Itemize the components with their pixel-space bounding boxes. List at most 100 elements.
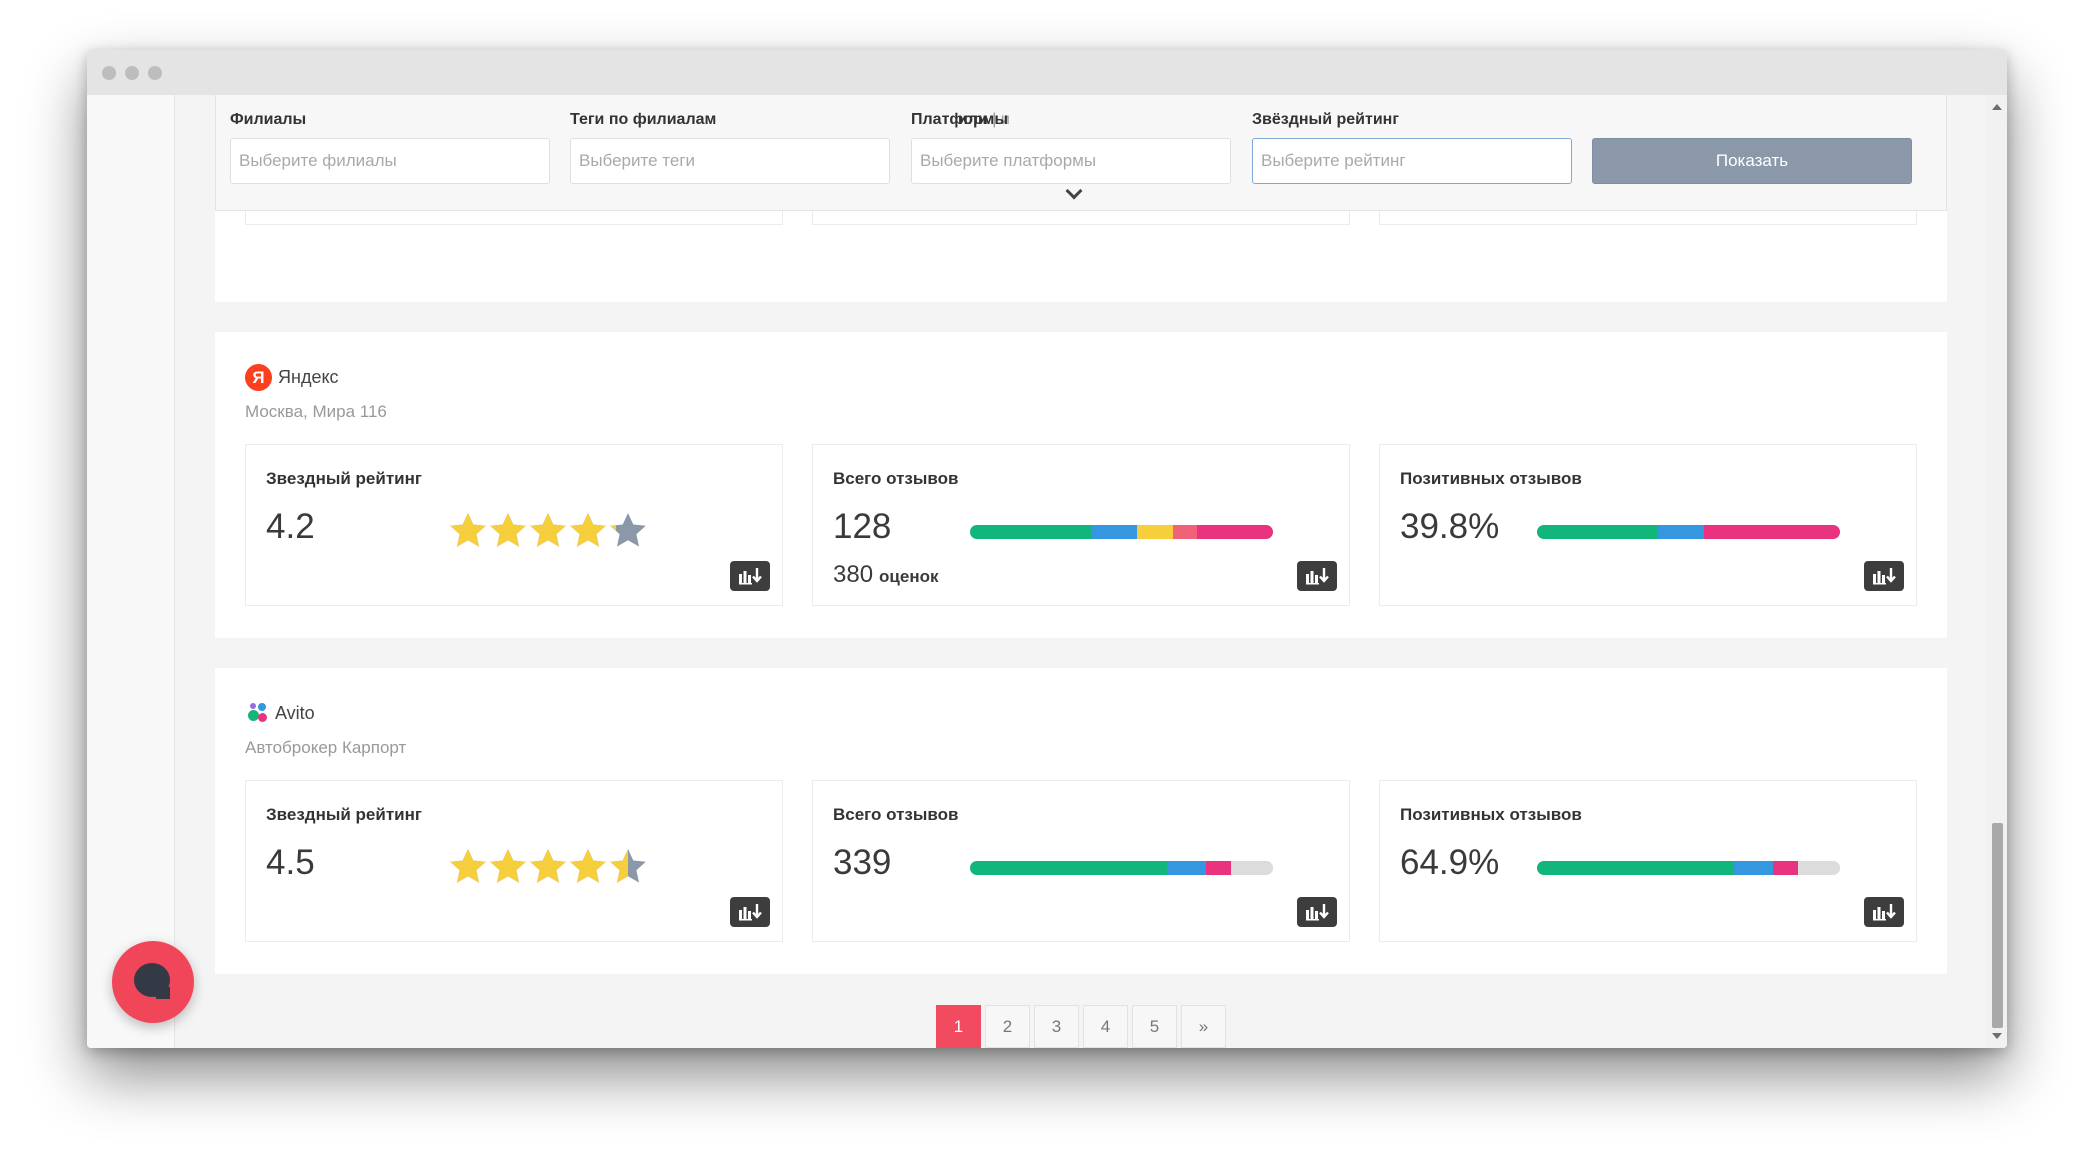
star-icon [530, 849, 566, 883]
reviews-distribution-bar [970, 861, 1273, 875]
bar-segment [970, 525, 1092, 539]
scroll-down-icon[interactable] [1992, 1033, 2002, 1039]
platform-name: Яндекс [278, 366, 339, 387]
metric-title: Звездный рейтинг [266, 469, 422, 488]
scroll-thumb[interactable] [1992, 823, 2003, 1028]
export-chart-icon[interactable] [1297, 897, 1337, 927]
star-icon [490, 849, 526, 883]
bar-segment [1733, 861, 1774, 875]
rating-value: 4.2 [266, 507, 315, 546]
scroll-up-icon[interactable] [1992, 104, 2002, 110]
browser-window: Филиалы Выберите филиалы Теги по филиала… [87, 50, 2007, 1048]
star-icon [490, 513, 526, 547]
star-icon [450, 513, 486, 547]
partial-metric [245, 211, 783, 225]
page-3-button[interactable]: 3 [1034, 1005, 1079, 1048]
page-5-button[interactable]: 5 [1132, 1005, 1177, 1048]
bar-segment [1172, 525, 1198, 539]
rating-value: 4.5 [266, 843, 315, 882]
platform-card-yandex: Я Яндекс Москва, Мира 116 Звездный рейти… [215, 332, 1947, 638]
star-rating [448, 511, 648, 551]
positive-percent: 39.8% [1400, 507, 1500, 546]
bar-segment [1206, 861, 1231, 875]
branches-label: Филиалы [230, 111, 307, 128]
metric-title: Позитивных отзывов [1400, 469, 1582, 488]
positive-metric: Позитивных отзывов 64.9% [1379, 780, 1917, 942]
positive-distribution-bar [1537, 861, 1840, 875]
export-chart-icon[interactable] [1297, 561, 1337, 591]
window-dot-close[interactable] [102, 66, 116, 80]
vertical-scrollbar[interactable] [1987, 95, 2007, 1048]
partial-card [215, 211, 1947, 302]
platforms-select[interactable]: Выберите платформы [911, 138, 1231, 184]
platform-card-avito: Avito Автоброкер Карпорт Звездный рейтин… [215, 668, 1947, 974]
metric-title: Всего отзывов [833, 805, 959, 824]
star-icon [530, 513, 566, 547]
metric-title: Всего отзывов [833, 469, 959, 488]
chat-widget-button[interactable] [112, 941, 194, 1023]
platforms-label: Платформы [911, 111, 1009, 128]
next-page-button[interactable]: » [1181, 1005, 1226, 1048]
star-icon [570, 513, 606, 547]
metric-title: Звездный рейтинг [266, 805, 422, 824]
tags-select[interactable]: Выберите теги [570, 138, 890, 184]
ratings-count-value: 380 [833, 561, 874, 588]
show-button[interactable]: Показать [1592, 138, 1912, 184]
star-icon [450, 849, 486, 883]
platform-name: Avito [275, 702, 315, 723]
rating-metric: Звездный рейтинг 4.2 [245, 444, 783, 606]
partial-metric [1379, 211, 1917, 225]
export-chart-icon[interactable] [1864, 561, 1904, 591]
positive-distribution-bar [1537, 525, 1840, 539]
left-rail [87, 95, 175, 1048]
ratings-count: 380 оценок [833, 561, 939, 589]
star-icon [610, 849, 646, 883]
bar-segment [1773, 861, 1798, 875]
export-chart-icon[interactable] [1864, 897, 1904, 927]
chevron-down-icon[interactable] [1065, 182, 1083, 200]
reviews-distribution-bar [970, 525, 1273, 539]
window-titlebar [87, 50, 2007, 95]
yandex-logo-icon: Я [245, 363, 272, 391]
branch-name: Москва, Мира 116 [245, 402, 387, 421]
rating-metric: Звездный рейтинг 4.5 [245, 780, 783, 942]
avito-logo-icon [245, 701, 269, 725]
bar-segment [1230, 861, 1273, 875]
export-chart-icon[interactable] [730, 561, 770, 591]
ratings-count-label: оценок [879, 567, 939, 586]
branch-name: Автоброкер Карпорт [245, 738, 407, 757]
rating-select[interactable]: Выберите рейтинг [1252, 138, 1572, 184]
metric-title: Позитивных отзывов [1400, 805, 1582, 824]
rating-label: Звёздный рейтинг [1252, 111, 1399, 128]
window-dot-maximize[interactable] [148, 66, 162, 80]
star-icon [610, 513, 646, 547]
window-dot-minimize[interactable] [125, 66, 139, 80]
filter-bar: Филиалы Выберите филиалы Теги по филиала… [215, 95, 1947, 211]
bar-segment [1091, 525, 1137, 539]
chat-bubble-tail [156, 987, 170, 999]
bar-segment [1797, 861, 1840, 875]
platform-header: Avito [245, 698, 315, 728]
positive-metric: Позитивных отзывов 39.8% [1379, 444, 1917, 606]
bar-segment [1703, 525, 1840, 539]
export-chart-icon[interactable] [730, 897, 770, 927]
bar-segment [1537, 525, 1659, 539]
platform-header: Я Яндекс [245, 362, 339, 392]
partial-metric [812, 211, 1350, 225]
pagination: 1 2 3 4 5 » [936, 1005, 1230, 1048]
reviews-metric: Всего отзывов 128 380 оценок [812, 444, 1350, 606]
positive-percent: 64.9% [1400, 843, 1500, 882]
page-2-button[interactable]: 2 [985, 1005, 1030, 1048]
star-icon [570, 849, 606, 883]
tags-label: Теги по филиалам [570, 111, 717, 128]
bar-segment [1537, 861, 1734, 875]
page-4-button[interactable]: 4 [1083, 1005, 1128, 1048]
bar-segment [1136, 525, 1173, 539]
reviews-total: 339 [833, 843, 892, 882]
bar-segment [1166, 861, 1207, 875]
branches-select[interactable]: Выберите филиалы [230, 138, 550, 184]
bar-segment [970, 861, 1167, 875]
page-1-button[interactable]: 1 [936, 1005, 981, 1048]
bar-segment [1197, 525, 1273, 539]
reviews-metric: Всего отзывов 339 [812, 780, 1350, 942]
